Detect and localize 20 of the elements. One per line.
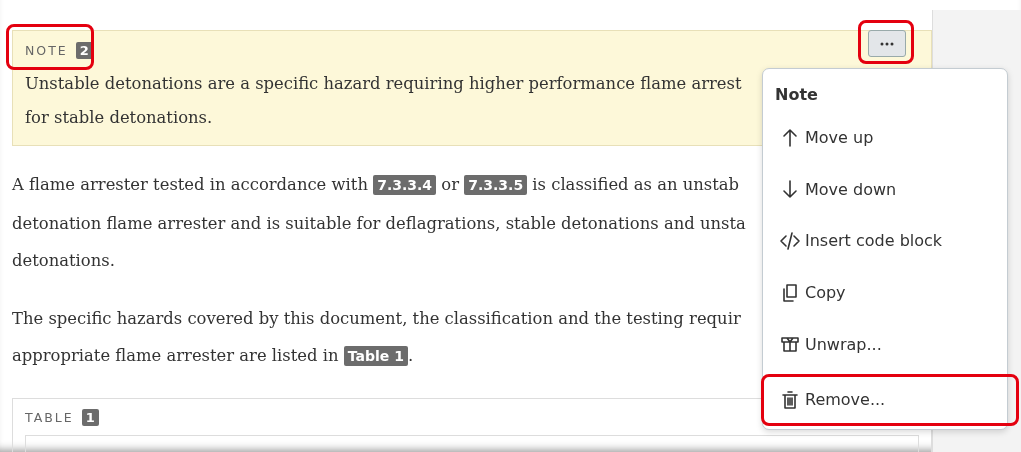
menu-item[interactable]: Move down bbox=[763, 163, 1007, 216]
reference-link[interactable]: 7.3.3.4 bbox=[373, 175, 437, 195]
trash-icon bbox=[779, 388, 801, 411]
note-text: Unstable detonations are a specific hazard requiring higher performance flame arrest for stable detonations. bbox=[25, 73, 742, 129]
code-icon bbox=[779, 230, 801, 252]
body-paragraph: The specific hazards covered by this document, the classification and the testing requir appropriate flame arrester are listed in Table 1 . bbox=[12, 307, 741, 368]
menu-item[interactable]: Insert code block bbox=[763, 215, 1007, 267]
reference-link[interactable]: Table 1 bbox=[343, 346, 408, 366]
menu-item[interactable]: Unwrap... bbox=[763, 318, 1007, 370]
reference-link[interactable]: 7.3.3.5 bbox=[464, 175, 528, 195]
more-options-button[interactable] bbox=[868, 30, 906, 57]
menu-item[interactable]: Copy bbox=[763, 266, 1007, 319]
body-paragraph: A flame arrester tested in accordance with 7.3.3.4 or 7.3.3.5 is classified as an unstab detonation flame arrester and is suitable for deflagrations, stable detonations and unsta detonations. bbox=[12, 174, 746, 272]
more-icon bbox=[880, 41, 894, 46]
table-number: 1 bbox=[81, 409, 99, 426]
note-label: NOTE bbox=[25, 42, 68, 58]
table-label: TABLE bbox=[25, 410, 74, 425]
menu-item[interactable]: Remove... bbox=[761, 373, 1019, 426]
menu-title: Note bbox=[774, 84, 819, 106]
menu-item[interactable]: Move up bbox=[763, 112, 1007, 164]
